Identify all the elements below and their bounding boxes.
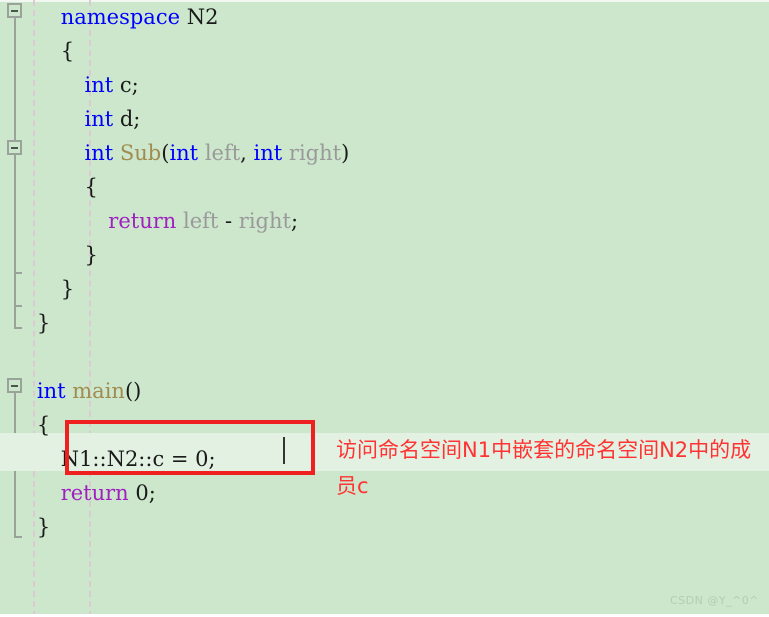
- code-token: }: [36, 515, 51, 539]
- code-token: int: [36, 379, 66, 403]
- red-highlight-box: [65, 420, 315, 475]
- code-token: return: [60, 481, 129, 505]
- code-line[interactable]: }: [0, 306, 769, 340]
- code-token: int: [169, 141, 199, 165]
- code-token: {: [84, 175, 98, 199]
- text-caret: [283, 437, 285, 464]
- code-line[interactable]: }: [0, 238, 769, 272]
- code-token: int: [84, 141, 114, 165]
- code-token: int: [253, 141, 283, 165]
- code-token: }: [60, 277, 75, 301]
- annotation-text: 访问命名空间N1中嵌套的命名空间N2中的成员c: [336, 438, 752, 498]
- code-token: ;: [290, 209, 299, 233]
- code-token: namespace: [60, 5, 181, 29]
- code-line[interactable]: int main(): [0, 374, 769, 408]
- code-editor[interactable]: namespace N2{int c; int d; int Sub(int lef…: [0, 0, 769, 617]
- code-token: int: [84, 107, 114, 131]
- code-line[interactable]: {: [0, 34, 769, 68]
- code-token: return: [108, 209, 177, 233]
- code-line[interactable]: {: [0, 170, 769, 204]
- code-line[interactable]: }: [0, 510, 769, 544]
- code-token: N2: [180, 5, 219, 29]
- code-line[interactable]: namespace N2: [0, 0, 769, 34]
- code-token: main: [72, 379, 125, 403]
- code-token: right: [238, 209, 291, 233]
- code-token: 0;: [128, 481, 156, 505]
- code-token: int: [84, 73, 114, 97]
- code-token: right: [288, 141, 342, 165]
- code-line[interactable]: [0, 340, 769, 374]
- code-token: c;: [113, 73, 139, 97]
- code-token: left: [182, 209, 219, 233]
- code-line[interactable]: int d;: [0, 102, 769, 136]
- code-token: -: [218, 209, 239, 233]
- code-token: {: [60, 39, 75, 63]
- code-token: Sub: [119, 141, 162, 165]
- code-token: }: [36, 311, 51, 335]
- code-line[interactable]: return left - right;: [0, 204, 769, 238]
- code-token: }: [84, 243, 98, 267]
- code-line[interactable]: }: [0, 272, 769, 306]
- code-token: left: [204, 141, 241, 165]
- code-line[interactable]: int Sub(int left, int right): [0, 136, 769, 170]
- code-token: (): [124, 379, 142, 403]
- code-token: {: [36, 413, 51, 437]
- code-line[interactable]: int c;: [0, 68, 769, 102]
- watermark: CSDN @Y_^0^: [669, 594, 759, 607]
- code-token: ): [341, 141, 350, 165]
- code-token: d;: [113, 107, 141, 131]
- code-token: ,: [240, 141, 254, 165]
